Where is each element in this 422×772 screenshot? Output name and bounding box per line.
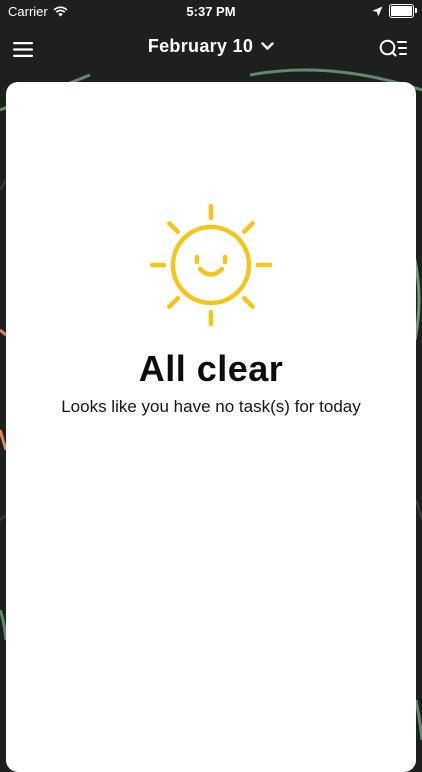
chevron-down-icon: [261, 42, 274, 50]
status-time: 5:37 PM: [186, 4, 236, 19]
tasks-card: All clear Looks like you have no task(s)…: [6, 82, 416, 772]
battery-icon: [389, 4, 417, 18]
status-right-group: [372, 4, 417, 18]
empty-state-message: Looks like you have no task(s) for today: [61, 397, 361, 416]
nav-bar: February 10: [0, 30, 422, 70]
status-bar: Carrier 5:37 PM: [0, 0, 422, 24]
battery-fill: [391, 6, 412, 16]
search-list-button[interactable]: [378, 36, 408, 62]
date-title: February 10: [147, 36, 254, 56]
search-list-icon: [379, 39, 407, 57]
empty-state-title: All clear: [138, 348, 284, 389]
smiling-sun-icon: [149, 203, 273, 327]
location-arrow-icon: [372, 6, 383, 16]
date-selector[interactable]: February 10: [0, 36, 422, 57]
